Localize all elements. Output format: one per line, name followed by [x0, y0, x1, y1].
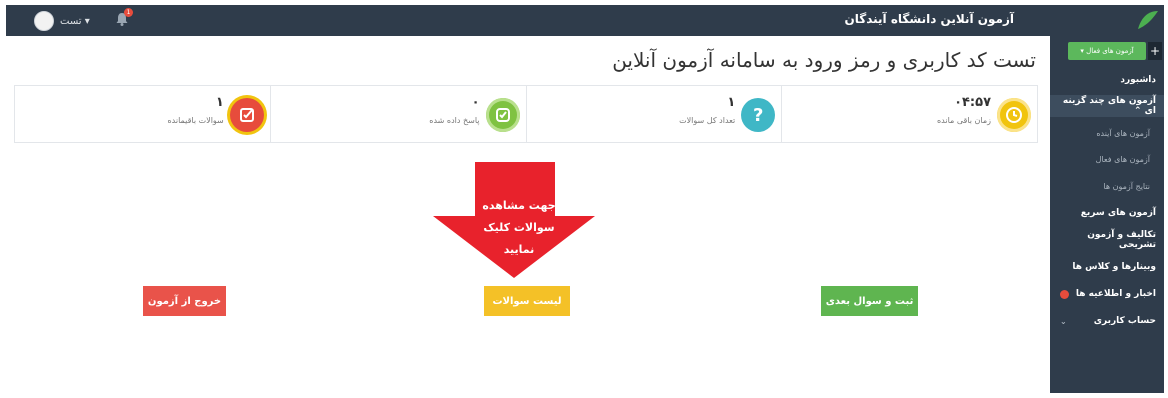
sidebar-item-dashboard[interactable]: داشبورد — [1050, 69, 1164, 91]
sidebar-item-quick-exams[interactable]: آزمون های سریع — [1050, 202, 1164, 224]
user-menu[interactable]: تست ▾ — [34, 11, 90, 31]
sidebar-item-label: آزمون های فعال — [1095, 154, 1150, 164]
sidebar-item-label: وبینارها و کلاس ها — [1072, 262, 1156, 272]
news-badge — [1060, 289, 1069, 299]
sidebar-item-exam-results[interactable]: نتایج آزمون ها — [1050, 175, 1164, 197]
page-title: تست کد کاربری و رمز ورود به سامانه آزمون… — [612, 48, 1036, 72]
stat-label: پاسخ داده شده — [429, 116, 480, 125]
main-content: تست کد کاربری و رمز ورود به سامانه آزمون… — [6, 36, 1050, 393]
sidebar-item-multiple-choice-exams[interactable]: آزمون های چند گزینه ای ⌃ — [1050, 95, 1164, 117]
sidebar-item-upcoming-exams[interactable]: آزمون های آینده — [1050, 122, 1164, 144]
sidebar: آزمون های فعال ▾ + داشبورد آزمون های چند… — [1050, 36, 1164, 393]
question-list-button[interactable]: لیست سوالات — [484, 286, 570, 316]
sidebar-item-label: اخبار و اطلاعیه ها — [1075, 289, 1156, 299]
stat-value: ۱ — [727, 95, 736, 110]
sidebar-item-account[interactable]: حساب کاربری ⌄ — [1050, 310, 1164, 332]
question-icon: ? — [741, 98, 776, 132]
stat-label: زمان باقی مانده — [936, 116, 991, 125]
annotation-line-1: جهت مشاهده — [482, 199, 556, 212]
annotation-text: جهت مشاهده سوالات کلیک نمایید — [474, 195, 564, 261]
sidebar-item-label: نتایج آزمون ها — [1103, 181, 1150, 191]
chevron-down-icon: ⌄ — [1060, 316, 1067, 326]
stat-label: تعداد کل سوالات — [679, 116, 736, 125]
sidebar-item-label: تکالیف و آزمون تشریحی — [1087, 230, 1156, 250]
avatar[interactable] — [34, 11, 54, 31]
add-button[interactable]: + — [1148, 42, 1162, 60]
annotation-line-2: سوالات کلیک نمایید — [483, 221, 555, 256]
stat-answered: ۰ پاسخ داده شده — [269, 86, 526, 142]
sidebar-item-label: حساب کاربری — [1093, 316, 1156, 326]
stats-panel: ۰۴:۵۷ زمان باقی مانده ? ۱ تعداد کل سوالا… — [14, 85, 1038, 143]
sidebar-item-active-exams[interactable]: آزمون های فعال — [1050, 148, 1164, 170]
sidebar-item-webinars[interactable]: وبینارها و کلاس ها — [1050, 256, 1164, 278]
check-icon — [485, 98, 520, 132]
app-frame: آزمون آنلاین دانشگاه آیندگان تست ▾ 1 آزم… — [6, 5, 1164, 393]
user-name[interactable]: تست ▾ — [60, 16, 90, 27]
sidebar-item-label: آزمون های چند گزینه ای ⌃ — [1062, 96, 1156, 116]
stat-label: سوالات باقیمانده — [167, 116, 224, 125]
logo-icon — [1138, 11, 1158, 29]
exit-exam-button[interactable]: خروج از آزمون — [143, 286, 226, 316]
top-bar: آزمون آنلاین دانشگاه آیندگان تست ▾ 1 — [6, 5, 1164, 36]
stat-value: ۱ — [215, 95, 224, 110]
stat-time-remaining: ۰۴:۵۷ زمان باقی مانده — [781, 86, 1037, 142]
sidebar-item-label: داشبورد — [1120, 75, 1156, 85]
stat-value: ۰ — [471, 95, 480, 110]
sidebar-item-assignments[interactable]: تکالیف و آزمون تشریحی — [1050, 229, 1164, 251]
checkbox-icon — [229, 98, 264, 132]
active-exams-button[interactable]: آزمون های فعال ▾ — [1068, 42, 1146, 60]
site-title: آزمون آنلاین دانشگاه آیندگان — [844, 12, 1014, 26]
sidebar-item-news[interactable]: اخبار و اطلاعیه ها — [1050, 283, 1164, 305]
clock-icon — [997, 98, 1031, 132]
sidebar-item-label: آزمون های سریع — [1080, 208, 1156, 218]
stat-remaining-questions: ۱ سوالات باقیمانده — [15, 86, 270, 142]
save-next-button[interactable]: ثبت و سوال بعدی — [821, 286, 918, 316]
sidebar-item-label: آزمون های آینده — [1096, 128, 1150, 138]
stat-value: ۰۴:۵۷ — [954, 95, 991, 110]
notification-badge: 1 — [124, 8, 133, 17]
notification-bell[interactable]: 1 — [114, 8, 133, 27]
stat-total-questions: ? ۱ تعداد کل سوالات — [525, 86, 782, 142]
